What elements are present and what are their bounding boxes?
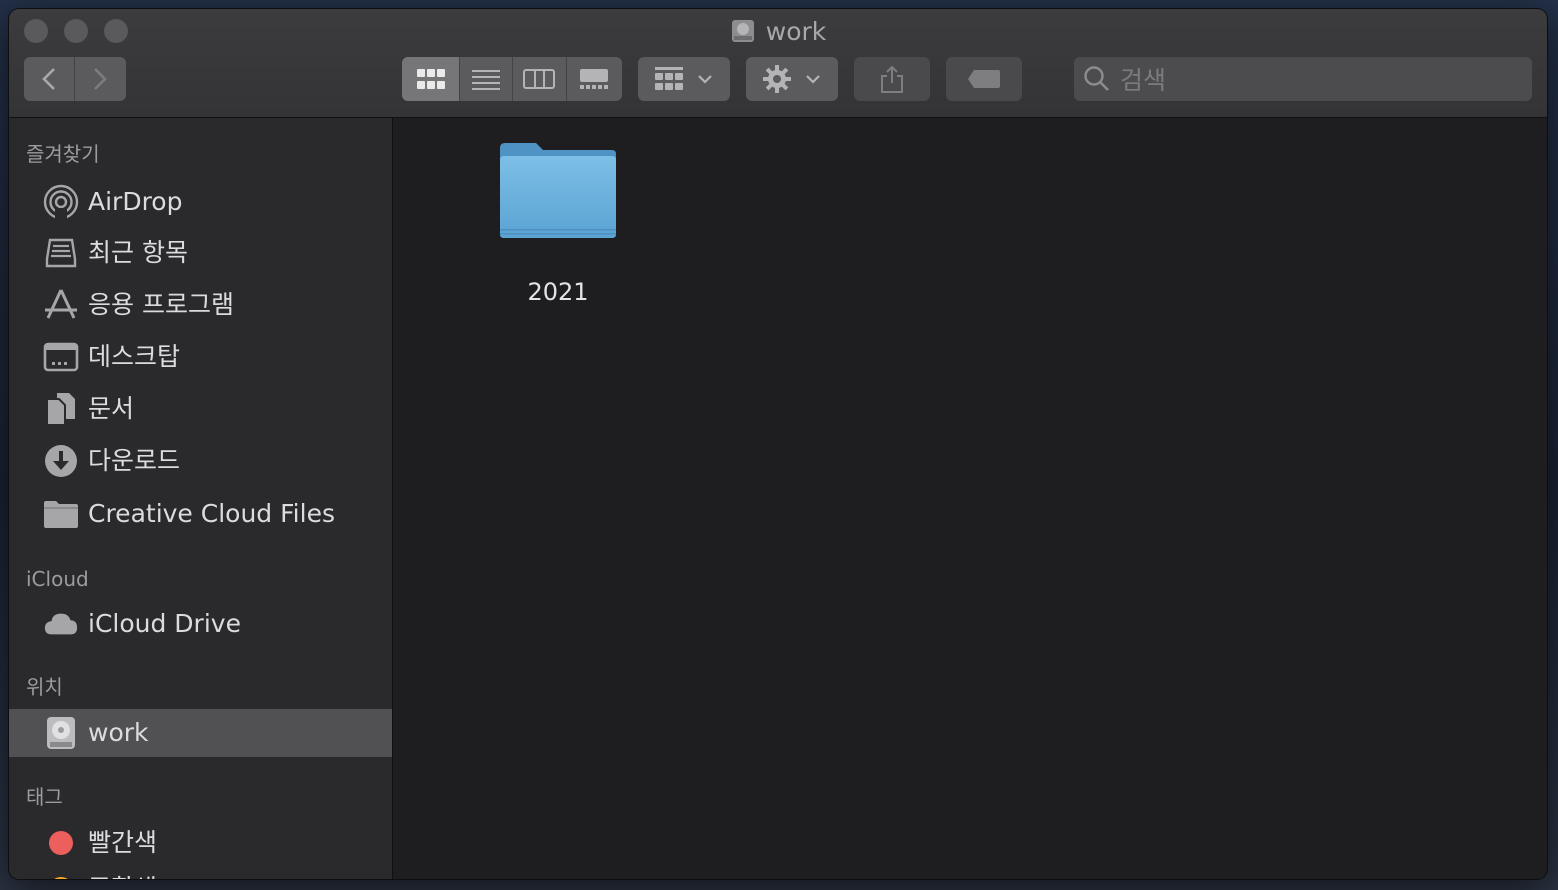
sidebar-item-label: 빨간색 (88, 828, 158, 857)
desktop-background: work 검색 즐겨찾기 AirDrop 최근 항목 응용 프로그램 데스크탑 … (0, 0, 1558, 890)
chevron-down-icon (698, 75, 712, 84)
sidebar-item-airdrop[interactable]: AirDrop (9, 178, 392, 226)
applications-icon (45, 289, 77, 319)
red-tag-dot-icon (49, 831, 73, 855)
file-item-folder-2021[interactable]: 2021 (488, 140, 638, 320)
share-button[interactable] (854, 57, 930, 101)
sidebar-item-label: 다운로드 (88, 446, 181, 475)
search-icon (1084, 66, 1109, 91)
orange-tag-dot-icon (49, 877, 73, 879)
sidebar-item-work[interactable]: work (9, 709, 392, 757)
file-item-label: 2021 (527, 278, 589, 306)
folder-icon (44, 501, 78, 528)
window-title-text: work (765, 17, 827, 46)
sidebar-item-label: work (88, 718, 149, 747)
share-icon (881, 65, 903, 93)
disk-icon (731, 20, 754, 42)
gallery-icon (580, 69, 609, 89)
sidebar-item-label: 문서 (88, 394, 135, 423)
back-button[interactable] (24, 57, 75, 101)
sidebar-item-label: 데스크탑 (88, 342, 181, 371)
sidebar-item-tag-red[interactable]: 빨간색 (9, 819, 392, 867)
documents-icon (46, 393, 75, 426)
cloud-icon (44, 613, 78, 635)
sidebar-item-label: AirDrop (88, 187, 183, 216)
group-grid-icon (655, 67, 683, 90)
finder-window: work 검색 즐겨찾기 AirDrop 최근 항목 응용 프로그램 데스크탑 … (9, 9, 1547, 879)
edit-tags-button[interactable] (946, 57, 1022, 101)
chevron-down-icon (806, 75, 820, 84)
disk-icon (47, 717, 75, 749)
sidebar-item-label: 응용 프로그램 (88, 290, 234, 319)
list-icon (471, 70, 500, 90)
sidebar-item-documents[interactable]: 문서 (9, 385, 392, 433)
list-view-button[interactable] (460, 57, 513, 101)
gear-icon (763, 65, 791, 93)
view-mode-control (402, 57, 622, 101)
file-browser-area: 2021 (393, 118, 1547, 879)
grid-icon (416, 69, 445, 89)
sidebar-item-downloads[interactable]: 다운로드 (9, 437, 392, 485)
window-title: work (9, 15, 1547, 49)
forward-button[interactable] (75, 57, 126, 101)
sidebar-item-icloud-drive[interactable]: iCloud Drive (9, 600, 392, 648)
sidebar: 즐겨찾기 AirDrop 최근 항목 응용 프로그램 데스크탑 문서 다운로드 … (9, 118, 393, 879)
sidebar-item-tag-orange[interactable]: 주황색 (9, 865, 392, 879)
chevron-right-icon (94, 68, 108, 90)
sidebar-section-tags: 태그 (26, 785, 63, 809)
action-button[interactable] (746, 57, 838, 101)
sidebar-item-recents[interactable]: 최근 항목 (9, 229, 392, 277)
sidebar-section-icloud: iCloud (26, 567, 89, 591)
sidebar-item-label: 최근 항목 (88, 238, 188, 267)
sidebar-item-label: iCloud Drive (88, 609, 241, 638)
group-by-button[interactable] (638, 57, 730, 101)
sidebar-section-locations: 위치 (26, 675, 63, 699)
columns-icon (523, 69, 556, 89)
sidebar-item-applications[interactable]: 응용 프로그램 (9, 281, 392, 329)
sidebar-item-label: 주황색 (88, 865, 157, 879)
chevron-left-icon (41, 68, 55, 90)
nav-buttons (24, 57, 126, 101)
sidebar-section-favorites: 즐겨찾기 (26, 142, 100, 166)
sidebar-item-desktop[interactable]: 데스크탑 (9, 333, 392, 381)
toolbar: work (9, 9, 1547, 118)
recents-icon (45, 238, 77, 268)
sidebar-item-creative-cloud-files[interactable]: Creative Cloud Files (9, 490, 392, 538)
sidebar-item-label: Creative Cloud Files (88, 499, 335, 528)
tag-icon (968, 70, 1000, 88)
airdrop-icon (43, 184, 79, 220)
gallery-view-button[interactable] (567, 57, 622, 101)
folder-icon (500, 143, 616, 238)
icon-view-button[interactable] (402, 57, 461, 101)
search-field[interactable] (1074, 57, 1532, 103)
column-view-button[interactable] (513, 57, 567, 101)
downloads-icon (45, 445, 77, 477)
desktop-icon (43, 342, 79, 372)
search-input[interactable] (1118, 57, 1522, 103)
